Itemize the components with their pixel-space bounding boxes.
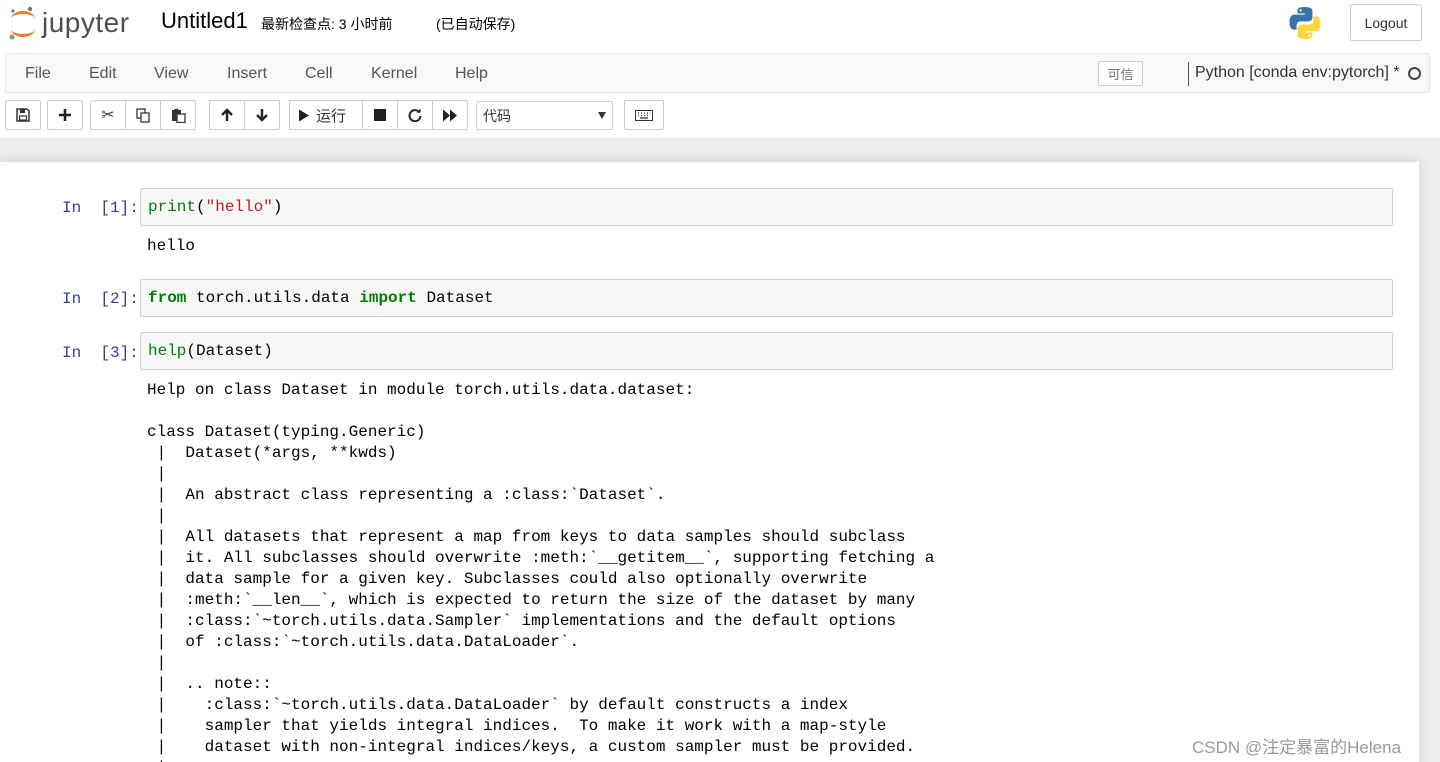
command-palette-button[interactable] [624,100,664,130]
save-button[interactable] [5,100,41,130]
notebook-header: jupyter Untitled1 最新检查点: 3 小时前 (已自动保存) L… [0,0,1440,138]
cell-type-value: 代码 [483,107,511,124]
stop-icon [374,109,386,121]
toolbar-group-save [5,100,41,130]
paste-button[interactable] [160,100,196,130]
run-label: 运行 [316,107,347,125]
watermark: CSDN @注定暴富的Helena [1192,738,1402,757]
move-up-button[interactable] [209,100,245,130]
jupyter-logo-icon [9,6,35,40]
menubar: File Edit View Insert Cell Kernel Help 可… [5,53,1430,93]
interrupt-button[interactable] [362,100,398,130]
toolbar-group-palette [624,100,664,130]
restart-button[interactable] [397,100,433,130]
menu-insert[interactable]: Insert [227,65,267,83]
code-line: help(Dataset) [148,342,273,360]
code-token: torch.utils.data [186,289,360,307]
menu-help[interactable]: Help [455,65,488,83]
scissors-icon: ✂ [101,107,115,124]
restart-run-all-button[interactable] [432,100,468,130]
arrow-up-icon [221,108,233,121]
cell-prompt: In [2]: [62,290,139,308]
code-token: ( [196,198,206,216]
copy-button[interactable] [125,100,161,130]
cell-prompt: In [3]: [62,344,139,362]
chevron-down-icon [598,112,606,119]
code-line: print("hello") [148,198,282,216]
notebook-title[interactable]: Untitled1 [161,8,248,34]
code-token: from [148,289,187,307]
code-cell-input[interactable]: from torch.utils.data import Dataset [140,279,1393,317]
kernel-name[interactable]: Python [conda env:pytorch] * [1195,64,1400,82]
run-button[interactable]: 运行 [289,100,363,130]
cell-output: Help on class Dataset in module torch.ut… [147,381,935,762]
save-icon [16,108,30,122]
arrow-down-icon [256,109,268,122]
python-logo-icon [1289,7,1321,39]
insert-cell-button[interactable] [47,100,83,130]
menu-view[interactable]: View [154,65,188,83]
menu-cell[interactable]: Cell [305,65,333,83]
code-cell-input[interactable]: print("hello") [140,188,1393,226]
toolbar-group-insert [47,100,83,130]
autosave-status: (已自动保存) [436,16,516,32]
paste-icon [171,108,186,123]
jupyter-wordmark: jupyter [42,7,130,38]
code-token: help [148,342,187,360]
fast-forward-icon [443,109,457,121]
trusted-indicator[interactable]: 可信 [1098,61,1143,86]
play-icon [299,109,309,121]
code-line: from torch.utils.data import Dataset [148,289,494,307]
menu-file[interactable]: File [25,65,51,83]
copy-icon [135,107,150,123]
toolbar-group-run: 运行 [289,100,468,130]
toolbar-group-edit: ✂ [90,100,196,130]
kernel-idle-icon [1408,67,1421,80]
code-cell-input[interactable]: help(Dataset) [140,332,1393,370]
cell-prompt: In [1]: [62,199,139,217]
keyboard-icon [635,109,653,121]
plus-icon [59,109,71,121]
code-token: ) [272,198,283,216]
kernel-divider [1188,62,1189,86]
code-token: (Dataset) [186,342,273,360]
refresh-icon [408,108,422,122]
menu-edit[interactable]: Edit [89,65,117,83]
code-token: Dataset [416,289,494,307]
logout-button[interactable]: Logout [1350,4,1422,41]
cell-type-select[interactable]: 代码 [476,101,613,130]
cut-button[interactable]: ✂ [90,100,126,130]
notebook-container: In [1]: print("hello") hello In [2]: fro… [0,162,1419,762]
menu-kernel[interactable]: Kernel [371,65,417,83]
checkpoint-status: 最新检查点: 3 小时前 [261,16,393,32]
toolbar-group-move [209,100,280,130]
cell-output: hello [147,237,196,255]
code-token: print [148,198,197,216]
move-down-button[interactable] [244,100,280,130]
jupyter-logo[interactable]: jupyter [8,4,130,42]
code-token: "hello" [205,198,273,216]
code-token: import [359,289,417,307]
